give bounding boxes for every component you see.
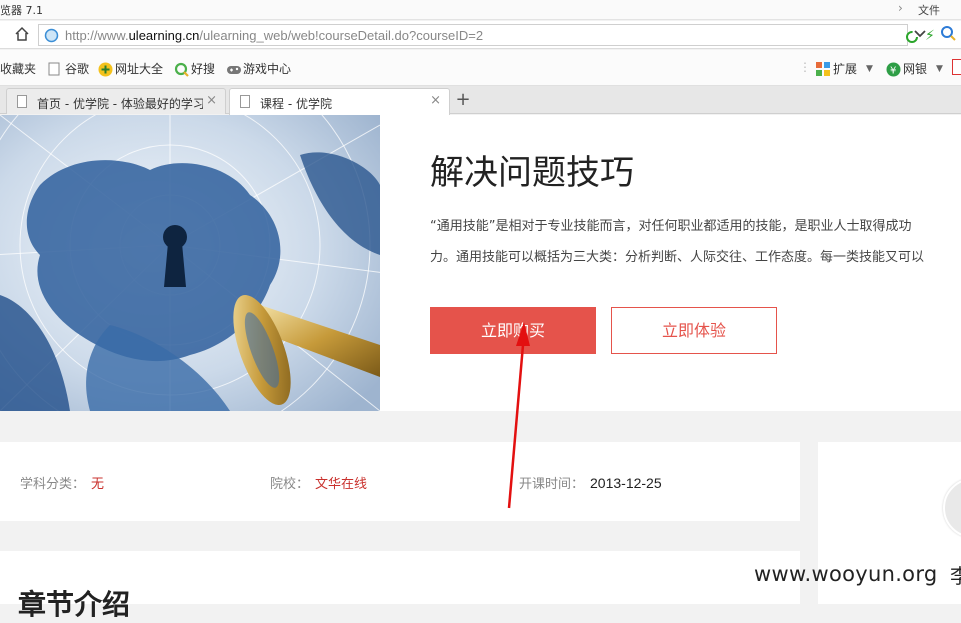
page-icon	[240, 95, 250, 108]
close-icon[interactable]: ×	[430, 93, 441, 108]
subject-info: 学科分类： 无	[20, 473, 104, 492]
buy-now-button[interactable]: 立即购买	[430, 307, 596, 354]
new-tab-button[interactable]: +	[452, 89, 474, 111]
extensions-menu[interactable]: 扩展 ▼	[816, 60, 873, 77]
pdf-icon[interactable]	[952, 59, 961, 75]
page-icon	[48, 62, 62, 76]
close-icon[interactable]: ×	[206, 93, 217, 108]
watermark-tail: 李	[950, 564, 961, 588]
bank-icon: ¥	[886, 62, 901, 76]
caret-down-icon: ▼	[866, 63, 873, 74]
bookmark-haosou[interactable]: 好搜	[174, 60, 215, 77]
tab-label: 首页 - 优学院 - 体验最好的学习	[37, 97, 203, 111]
tab-label: 课程 - 优学院	[260, 97, 332, 111]
file-menu[interactable]: 文件	[918, 2, 940, 18]
course-description-line-2: 力。通用技能可以概括为三大类：分析判断、人际交往、工作态度。每一类技能又可以	[430, 250, 925, 265]
bookmark-label: 谷歌	[65, 62, 90, 76]
url-text: http://www.ulearning.cn/ulearning_web/we…	[65, 28, 484, 43]
page-icon	[17, 95, 27, 108]
subject-label: 学科分类：	[20, 477, 86, 492]
school-value[interactable]: 文华在线	[315, 477, 367, 492]
search-icon[interactable]	[940, 25, 956, 45]
bookmark-label: 网址大全	[115, 62, 164, 76]
chapters-heading: 章节介绍	[18, 588, 131, 621]
school-label: 院校：	[270, 477, 310, 492]
course-description-line-1: “通用技能”是相对于专业技能而言，对任何职业都适用的技能，是职业人士取得成功	[430, 219, 912, 234]
gamepad-icon	[226, 62, 241, 76]
start-date-label: 开课时间：	[519, 477, 585, 492]
chapters-section: 章节介绍	[0, 551, 800, 621]
online-banking-menu[interactable]: ¥ 网银 ▼	[886, 60, 943, 77]
tab-course[interactable]: 课程 - 优学院 ×	[229, 88, 450, 115]
url-input[interactable]: http://www.ulearning.cn/ulearning_web/we…	[38, 24, 935, 47]
course-hero: 解决问题技巧 “通用技能”是相对于专业技能而言，对任何职业都适用的技能，是职业人…	[0, 115, 961, 411]
plus-circle-icon	[98, 62, 113, 76]
watermark: www.wooyun.org	[754, 562, 938, 586]
caret-down-icon: ▼	[936, 63, 943, 74]
bookmark-url-directory[interactable]: 网址大全	[98, 60, 163, 77]
bookmark-label: 好搜	[191, 62, 216, 76]
subject-value[interactable]: 无	[91, 477, 104, 492]
grid-icon	[816, 61, 830, 76]
bookmark-label: 收藏夹	[0, 62, 37, 76]
separator-dots: ⋮	[799, 60, 811, 74]
home-icon[interactable]	[14, 26, 30, 46]
start-date-info: 开课时间： 2013-12-25	[519, 473, 662, 492]
bookmark-google[interactable]: 谷歌	[48, 60, 89, 77]
chevron-down-icon[interactable]	[913, 25, 927, 44]
start-date-value: 2013-12-25	[590, 475, 662, 491]
svg-text:¥: ¥	[890, 65, 896, 76]
bookmarks-bar: 收藏夹 谷歌 网址大全 好搜 游戏中心 ⋮ 扩展 ▼ ¥ 网银 ▼	[0, 50, 961, 86]
tab-home[interactable]: 首页 - 优学院 - 体验最好的学习 ×	[6, 88, 226, 114]
q-search-icon	[174, 62, 189, 77]
title-bar: 览器 7.1 › 文件	[0, 0, 961, 20]
tab-strip: 首页 - 优学院 - 体验最好的学习 × 课程 - 优学院 × +	[0, 86, 961, 115]
course-title: 解决问题技巧	[430, 153, 634, 193]
address-bar: http://www.ulearning.cn/ulearning_web/we…	[0, 21, 961, 49]
extensions-label: 扩展	[833, 62, 858, 76]
try-now-button[interactable]: 立即体验	[611, 307, 777, 354]
bookmark-favorites[interactable]: 收藏夹	[0, 60, 36, 77]
banking-label: 网银	[903, 62, 928, 76]
window-title: 览器 7.1	[0, 4, 43, 17]
globe-icon	[44, 28, 59, 47]
bookmark-label: 游戏中心	[243, 62, 292, 76]
course-cover-image	[0, 115, 380, 411]
bookmark-game-center[interactable]: 游戏中心	[226, 60, 291, 77]
chevron-right-icon[interactable]: ›	[898, 1, 903, 15]
school-info: 院校： 文华在线	[270, 473, 367, 492]
course-info-bar: 学科分类： 无 院校： 文华在线 开课时间： 2013-12-25	[0, 442, 800, 521]
